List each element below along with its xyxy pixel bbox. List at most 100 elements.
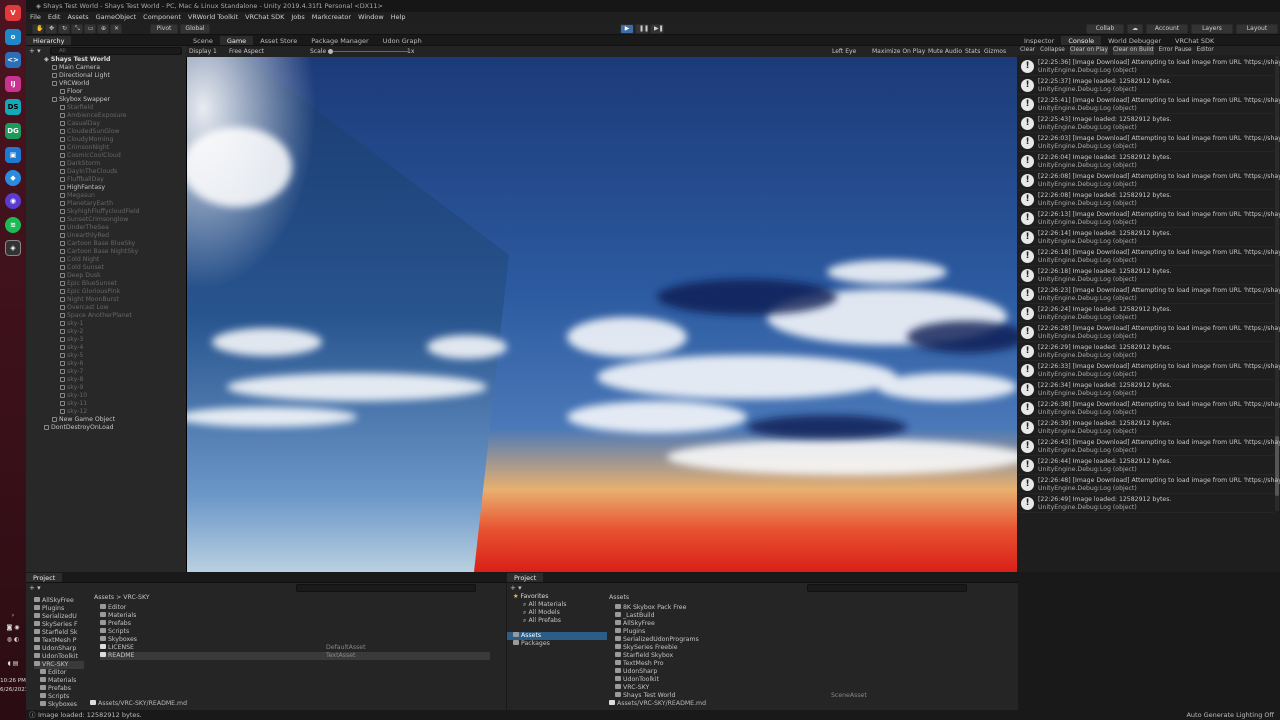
hierarchy-add-button[interactable]: + ▾ — [29, 47, 41, 55]
menu-item[interactable]: GameObject — [96, 12, 137, 23]
console-entry[interactable]: ! [22:26:28] [Image Download] Attempting … — [1018, 323, 1280, 342]
menu-item[interactable]: VRChat SDK — [245, 12, 284, 23]
status-message[interactable]: Image loaded: 12582912 bytes. — [38, 710, 142, 720]
hierarchy-item[interactable]: SunsetCrimsonglow — [26, 216, 186, 224]
hierarchy-item[interactable]: Skybox Swapper — [26, 96, 186, 104]
hierarchy-item[interactable]: Cold Night — [26, 256, 186, 264]
project-tree-item[interactable]: Materials — [40, 677, 76, 685]
terminal-icon[interactable]: ▣ — [5, 147, 21, 163]
clock-date[interactable]: 6/26/2023 — [0, 687, 28, 693]
console-clear-button[interactable]: Clear — [1020, 46, 1035, 55]
console-clear-on-play-button[interactable]: Clear on Play — [1069, 46, 1108, 55]
tab-console[interactable]: Console — [1061, 36, 1102, 45]
maximize-on-play-toggle[interactable]: Maximize On Play — [872, 46, 925, 57]
project-tree-item[interactable]: TextMesh P — [34, 637, 77, 645]
vscode-icon[interactable]: <> — [5, 52, 21, 68]
hierarchy-item[interactable]: sky-1 — [26, 320, 186, 328]
transform-tool-button[interactable]: ⊕ — [97, 24, 109, 34]
rect-tool-button[interactable]: ▭ — [84, 24, 96, 34]
hierarchy-item[interactable]: Floor — [26, 88, 186, 96]
hierarchy-item[interactable]: CloudyMorning — [26, 136, 186, 144]
play-button[interactable]: ▶ — [620, 24, 634, 34]
project-asset-item[interactable]: Editor — [100, 604, 490, 612]
tab-world-debugger[interactable]: World Debugger — [1101, 36, 1168, 45]
favorite-item[interactable]: ⌕ All Prefabs — [523, 617, 561, 625]
project-tree-item[interactable]: SkySeries F — [34, 621, 78, 629]
console-entry[interactable]: ! [22:26:18] Image loaded: 12582912 bytes… — [1018, 266, 1274, 285]
project-asset-item[interactable]: LICENSE DefaultAsset — [100, 644, 490, 652]
console-entry[interactable]: ! [22:26:43] [Image Download] Attempting … — [1018, 437, 1280, 456]
console-editor-button[interactable]: Editor — [1197, 46, 1214, 55]
project-tree-item[interactable]: Starfield Sk — [34, 629, 78, 637]
custom-tool-button[interactable]: ✕ — [110, 24, 122, 34]
hierarchy-item[interactable]: DayInTheClouds — [26, 168, 186, 176]
layout-dropdown[interactable]: Layout — [1236, 24, 1278, 34]
tab-scene[interactable]: Scene — [186, 36, 220, 45]
project-asset-item[interactable]: Starfield Skybox — [615, 652, 1005, 660]
hierarchy-item[interactable]: Cartoon Base NightSky — [26, 248, 186, 256]
hierarchy-item[interactable]: Cartoon Base BlueSky — [26, 240, 186, 248]
menu-item[interactable]: Markcreator — [312, 12, 351, 23]
hierarchy-item[interactable]: Deep Dusk — [26, 272, 186, 280]
gizmos-dropdown[interactable]: Gizmos — [984, 46, 1006, 57]
favorite-item[interactable]: ⌕ All Models — [523, 609, 560, 617]
browser-icon[interactable]: ◉ — [5, 193, 21, 209]
hierarchy-item[interactable]: sky-6 — [26, 360, 186, 368]
console-entry[interactable]: ! [22:25:37] Image loaded: 12582912 bytes… — [1018, 76, 1274, 95]
hierarchy-item[interactable]: Starfield — [26, 104, 186, 112]
project-right-search-input[interactable] — [807, 584, 967, 592]
hierarchy-item[interactable]: sky-4 — [26, 344, 186, 352]
hierarchy-item[interactable]: PlanetaryEarth — [26, 200, 186, 208]
project-tree-item[interactable]: UdonToolkit — [34, 653, 78, 661]
hierarchy-item[interactable]: sky-10 — [26, 392, 186, 400]
project-tree-item[interactable]: VRC-SKY — [34, 661, 84, 669]
tab-package-manager[interactable]: Package Manager — [304, 36, 376, 45]
console-entry[interactable]: ! [22:26:04] Image loaded: 12582912 bytes… — [1018, 152, 1274, 171]
project-asset-item[interactable]: SerializedUdonPrograms — [615, 636, 1005, 644]
project-tree-item[interactable]: Scripts — [40, 693, 69, 701]
console-entry[interactable]: ! [22:26:34] Image loaded: 12582912 bytes… — [1018, 380, 1274, 399]
hierarchy-item[interactable]: Cold Sunset — [26, 264, 186, 272]
project-right-add-button[interactable]: + ▾ — [510, 584, 522, 592]
tab-hierarchy[interactable]: Hierarchy — [26, 36, 72, 45]
cloud-icon[interactable]: ☁ — [1127, 24, 1143, 34]
hierarchy-item[interactable]: CasualDay — [26, 120, 186, 128]
hierarchy-item[interactable]: VRCWorld — [26, 80, 186, 88]
console-entry[interactable]: ! [22:26:03] [Image Download] Attempting … — [1018, 133, 1280, 152]
project-asset-item[interactable]: AllSkyFree — [615, 620, 1005, 628]
tab-inspector[interactable]: Inspector — [1017, 36, 1061, 45]
console-entry[interactable]: ! [22:25:36] [Image Download] Attempting … — [1018, 57, 1280, 76]
project-tree-item[interactable]: Editor — [40, 669, 66, 677]
console-entry[interactable]: ! [22:26:29] Image loaded: 12582912 bytes… — [1018, 342, 1274, 361]
hierarchy-item[interactable]: Megasun — [26, 192, 186, 200]
project-asset-item[interactable]: Skyboxes — [100, 636, 490, 644]
hierarchy-item[interactable]: sky-2 — [26, 328, 186, 336]
menu-item[interactable]: Window — [358, 12, 384, 23]
project-asset-item[interactable]: README TextAsset — [100, 652, 490, 660]
hierarchy-item[interactable]: sky-9 — [26, 384, 186, 392]
console-entry[interactable]: ! [22:26:49] Image loaded: 12582912 bytes… — [1018, 494, 1274, 513]
dg-icon[interactable]: DG — [5, 123, 21, 139]
hierarchy-item[interactable]: Epic GloriousPink — [26, 288, 186, 296]
hierarchy-item[interactable]: New Game Object — [26, 416, 186, 424]
project-asset-item[interactable]: UdonToolkit — [615, 676, 1005, 684]
move-tool-button[interactable]: ✥ — [45, 24, 57, 34]
datagrip-icon[interactable]: DS — [5, 99, 21, 115]
project-asset-item[interactable]: 8K Skybox Pack Free — [615, 604, 1005, 612]
hierarchy-item[interactable]: HighFantasy — [26, 184, 186, 192]
pause-button[interactable]: ❚❚ — [635, 24, 649, 34]
hierarchy-item[interactable]: Epic BlueSunset — [26, 280, 186, 288]
unity-icon[interactable]: ◈ — [5, 240, 21, 256]
spotify-icon[interactable]: ≋ — [5, 217, 21, 233]
aspect-dropdown[interactable]: Free Aspect — [229, 46, 264, 57]
project-asset-item[interactable]: Prefabs — [100, 620, 490, 628]
hierarchy-item[interactable]: CloudedSunGlow — [26, 128, 186, 136]
tab-game[interactable]: Game — [219, 36, 254, 45]
menu-item[interactable]: Jobs — [291, 12, 304, 23]
project-asset-item[interactable]: SkySeries Freebie — [615, 644, 1005, 652]
tray-icons-2[interactable]: ◍ ◐ — [0, 636, 26, 643]
hierarchy-item[interactable]: sky-7 — [26, 368, 186, 376]
hierarchy-item[interactable]: Main Camera — [26, 64, 186, 72]
console-clear-on-build-button[interactable]: Clear on Build — [1112, 46, 1154, 55]
console-entry[interactable]: ! [22:26:13] [Image Download] Attempting … — [1018, 209, 1280, 228]
